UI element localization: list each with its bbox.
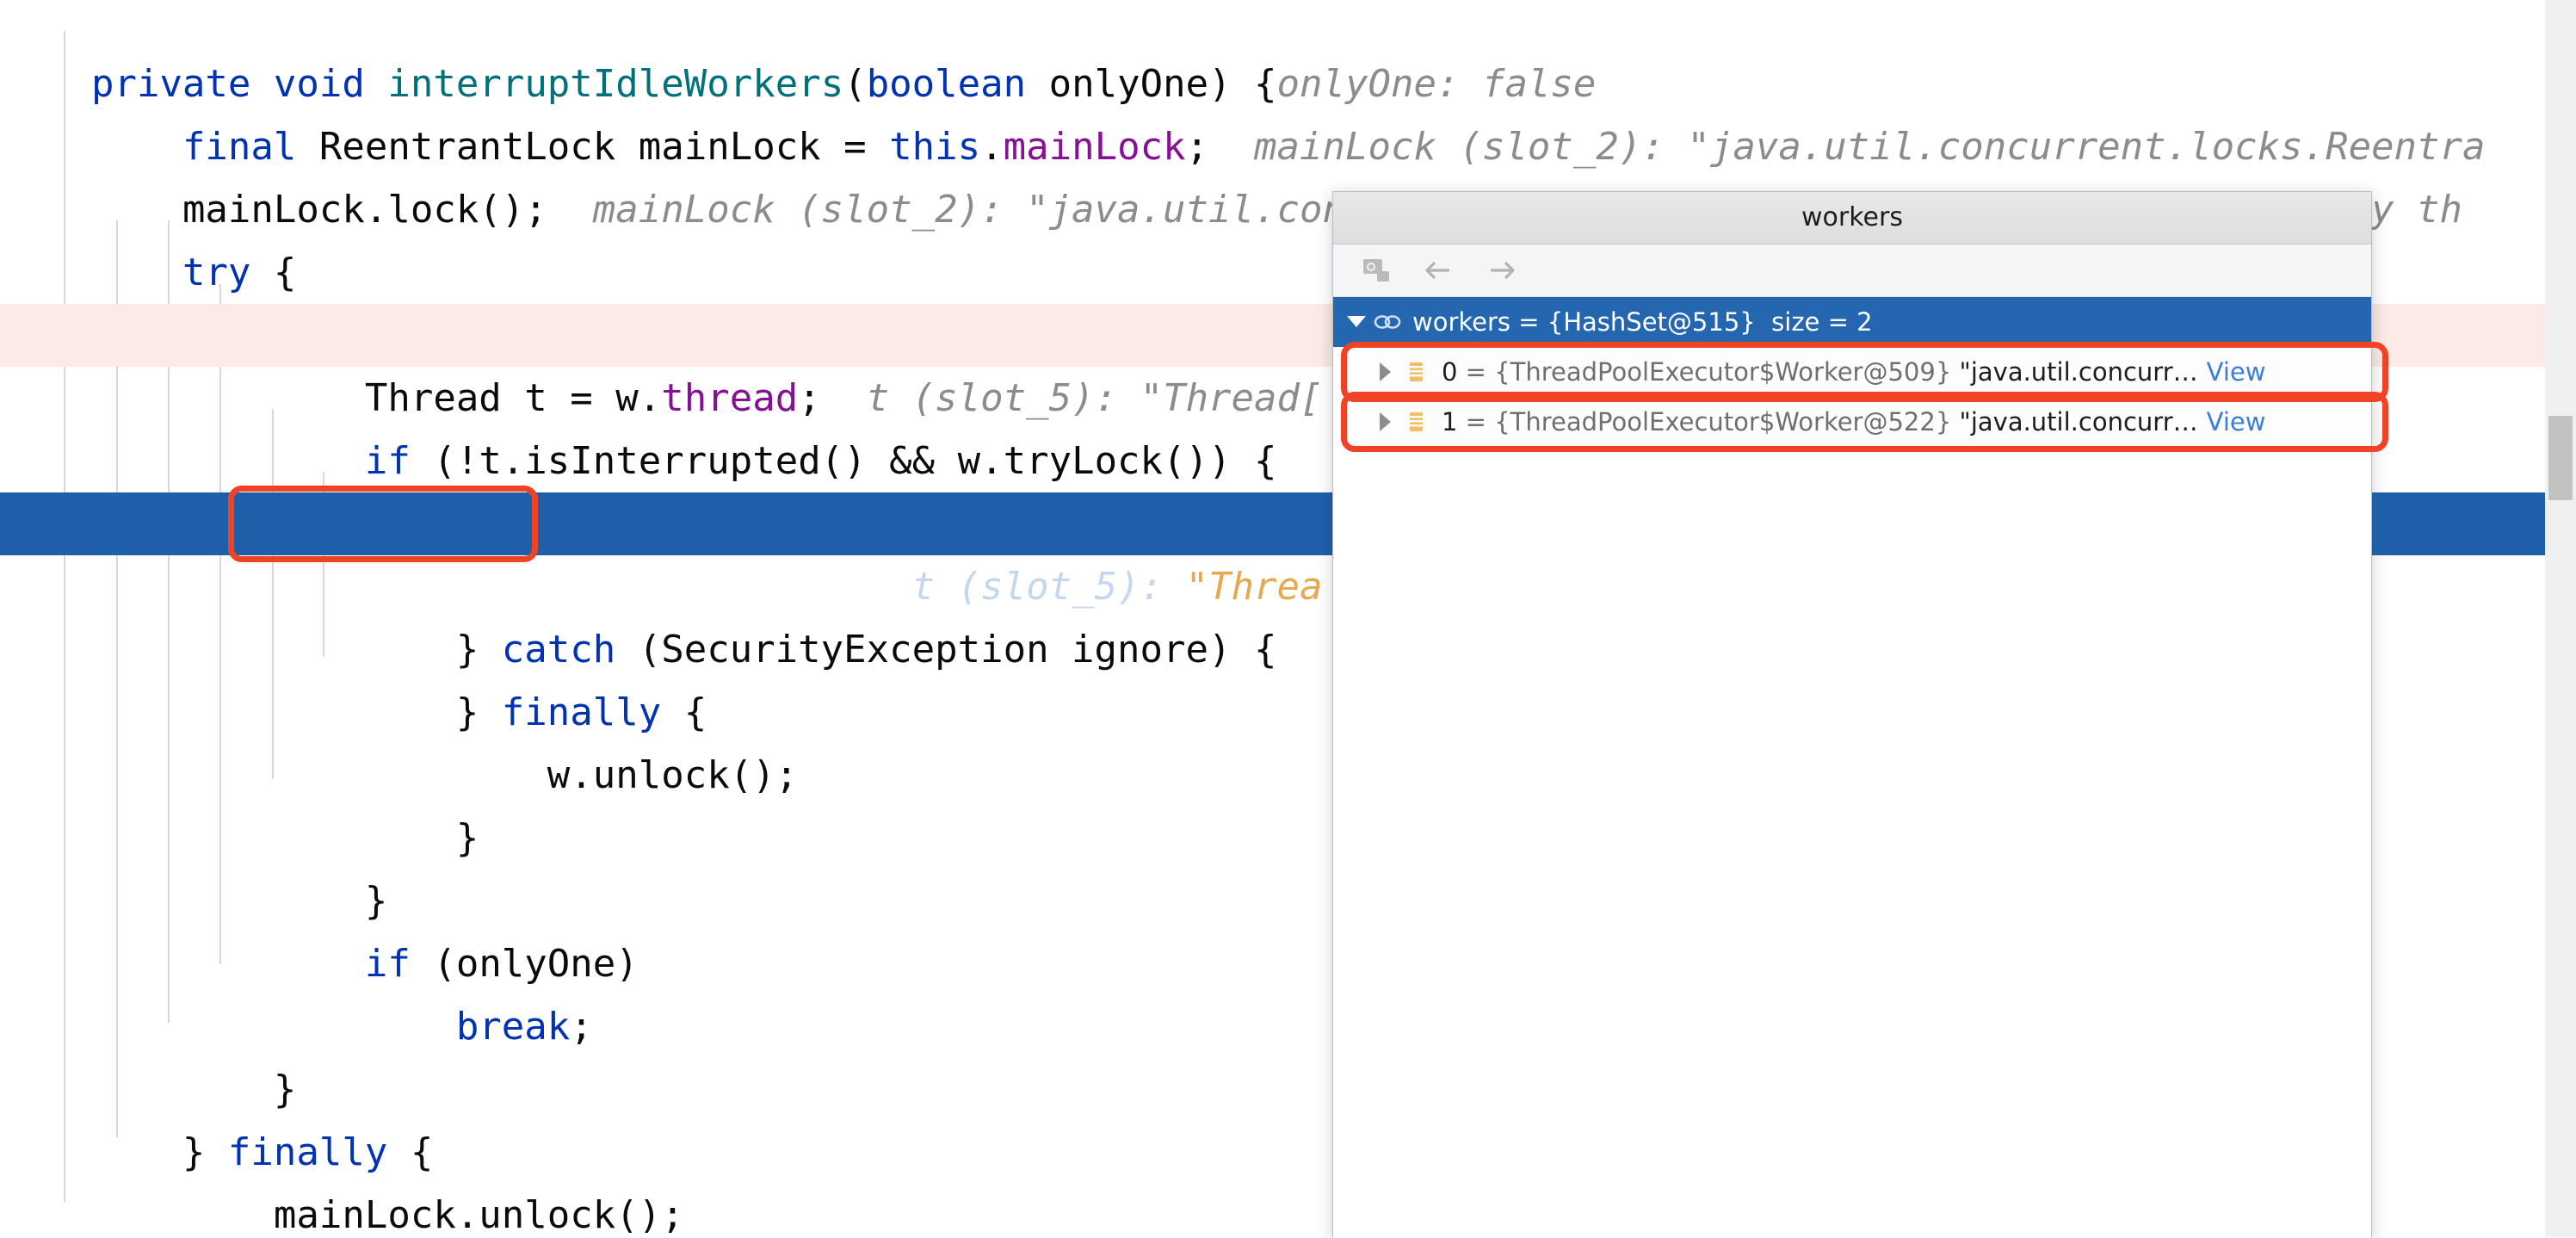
chevron-down-icon[interactable] — [1345, 311, 1368, 333]
chevron-right-icon[interactable] — [1374, 411, 1397, 433]
code-line[interactable]: final ReentrantLock mainLock = this.main… — [0, 53, 2576, 169]
tree-row-item-label: 0 = {ThreadPoolExecutor$Worker@509} "jav… — [1442, 357, 2198, 387]
code-line[interactable]: mainLock.lock(); mainLock (slot_2): "jav… — [0, 115, 2576, 232]
vertical-scrollbar-thumb[interactable] — [2548, 416, 2573, 500]
evaluate-expression-icon[interactable] — [1361, 254, 1393, 287]
chain-link-icon — [1373, 309, 1402, 335]
variable-inspect-popup[interactable]: workers workers = {HashSet@515} size = 2… — [1332, 191, 2372, 1238]
vertical-scrollbar[interactable] — [2545, 0, 2576, 1237]
variables-tree[interactable]: workers = {HashSet@515} size = 2 0 = {Th… — [1333, 297, 2371, 1238]
popup-title: workers — [1333, 192, 2371, 245]
view-link[interactable]: View — [2207, 357, 2266, 387]
back-arrow-icon[interactable] — [1423, 254, 1455, 287]
popup-toolbar[interactable] — [1333, 245, 2371, 297]
forward-arrow-icon[interactable] — [1485, 254, 1517, 287]
tree-row-root-label: workers = {HashSet@515} size = 2 — [1412, 307, 1873, 337]
tree-row-root[interactable]: workers = {HashSet@515} size = 2 — [1333, 297, 2371, 347]
code-line[interactable]: private void interruptIdleWorkers(boolea… — [0, 0, 2576, 106]
tree-row-item-label: 1 = {ThreadPoolExecutor$Worker@522} "jav… — [1442, 407, 2198, 436]
tree-row-item[interactable]: 0 = {ThreadPoolExecutor$Worker@509} "jav… — [1333, 347, 2371, 397]
view-link[interactable]: View — [2207, 407, 2266, 436]
chevron-right-icon[interactable] — [1374, 361, 1397, 383]
list-icon — [1402, 359, 1431, 385]
selection-bleed — [2372, 492, 2545, 555]
list-icon — [1402, 409, 1431, 435]
tree-row-item[interactable]: 1 = {ThreadPoolExecutor$Worker@522} "jav… — [1333, 397, 2371, 447]
